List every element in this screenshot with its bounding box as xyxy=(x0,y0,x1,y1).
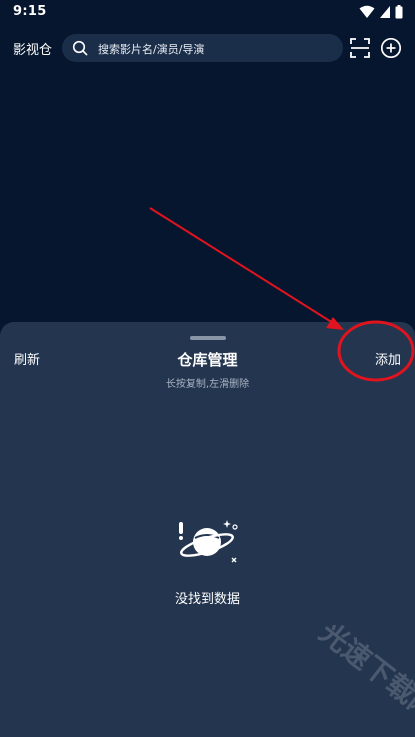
battery-icon xyxy=(395,5,403,19)
top-bar: 影视仓 搜索影片名/演员/导演 xyxy=(0,32,415,64)
sheet-subtitle: 长按复制,左滑删除 xyxy=(165,379,250,390)
signal-icon xyxy=(380,6,390,18)
app-title: 影视仓 xyxy=(13,43,53,58)
app-screen: 9:15 影视仓 搜索影片名/演员/导演 刷新 仓库管理 长按复制,左滑删除 添… xyxy=(0,0,415,737)
sheet-title: 仓库管理 xyxy=(177,351,238,369)
planet-icon xyxy=(179,520,238,563)
search-bar[interactable]: 搜索影片名/演员/导演 xyxy=(62,34,343,62)
drag-handle[interactable] xyxy=(190,336,226,340)
annotation-arrow-line xyxy=(149,207,334,324)
add-button[interactable]: 添加 xyxy=(375,349,401,368)
search-icon xyxy=(72,40,88,56)
empty-state-text: 没找到数据 xyxy=(174,592,240,607)
scan-icon[interactable] xyxy=(350,38,370,58)
search-placeholder[interactable]: 搜索影片名/演员/导演 xyxy=(98,41,204,57)
status-bar: 9:15 xyxy=(0,0,415,24)
warehouse-sheet: 刷新 仓库管理 长按复制,左滑删除 添加 没找到数据 xyxy=(0,322,415,737)
status-time: 9:15 xyxy=(13,4,47,19)
wifi-icon xyxy=(359,5,375,18)
add-circle-icon[interactable] xyxy=(380,37,402,59)
status-icons xyxy=(359,4,403,20)
